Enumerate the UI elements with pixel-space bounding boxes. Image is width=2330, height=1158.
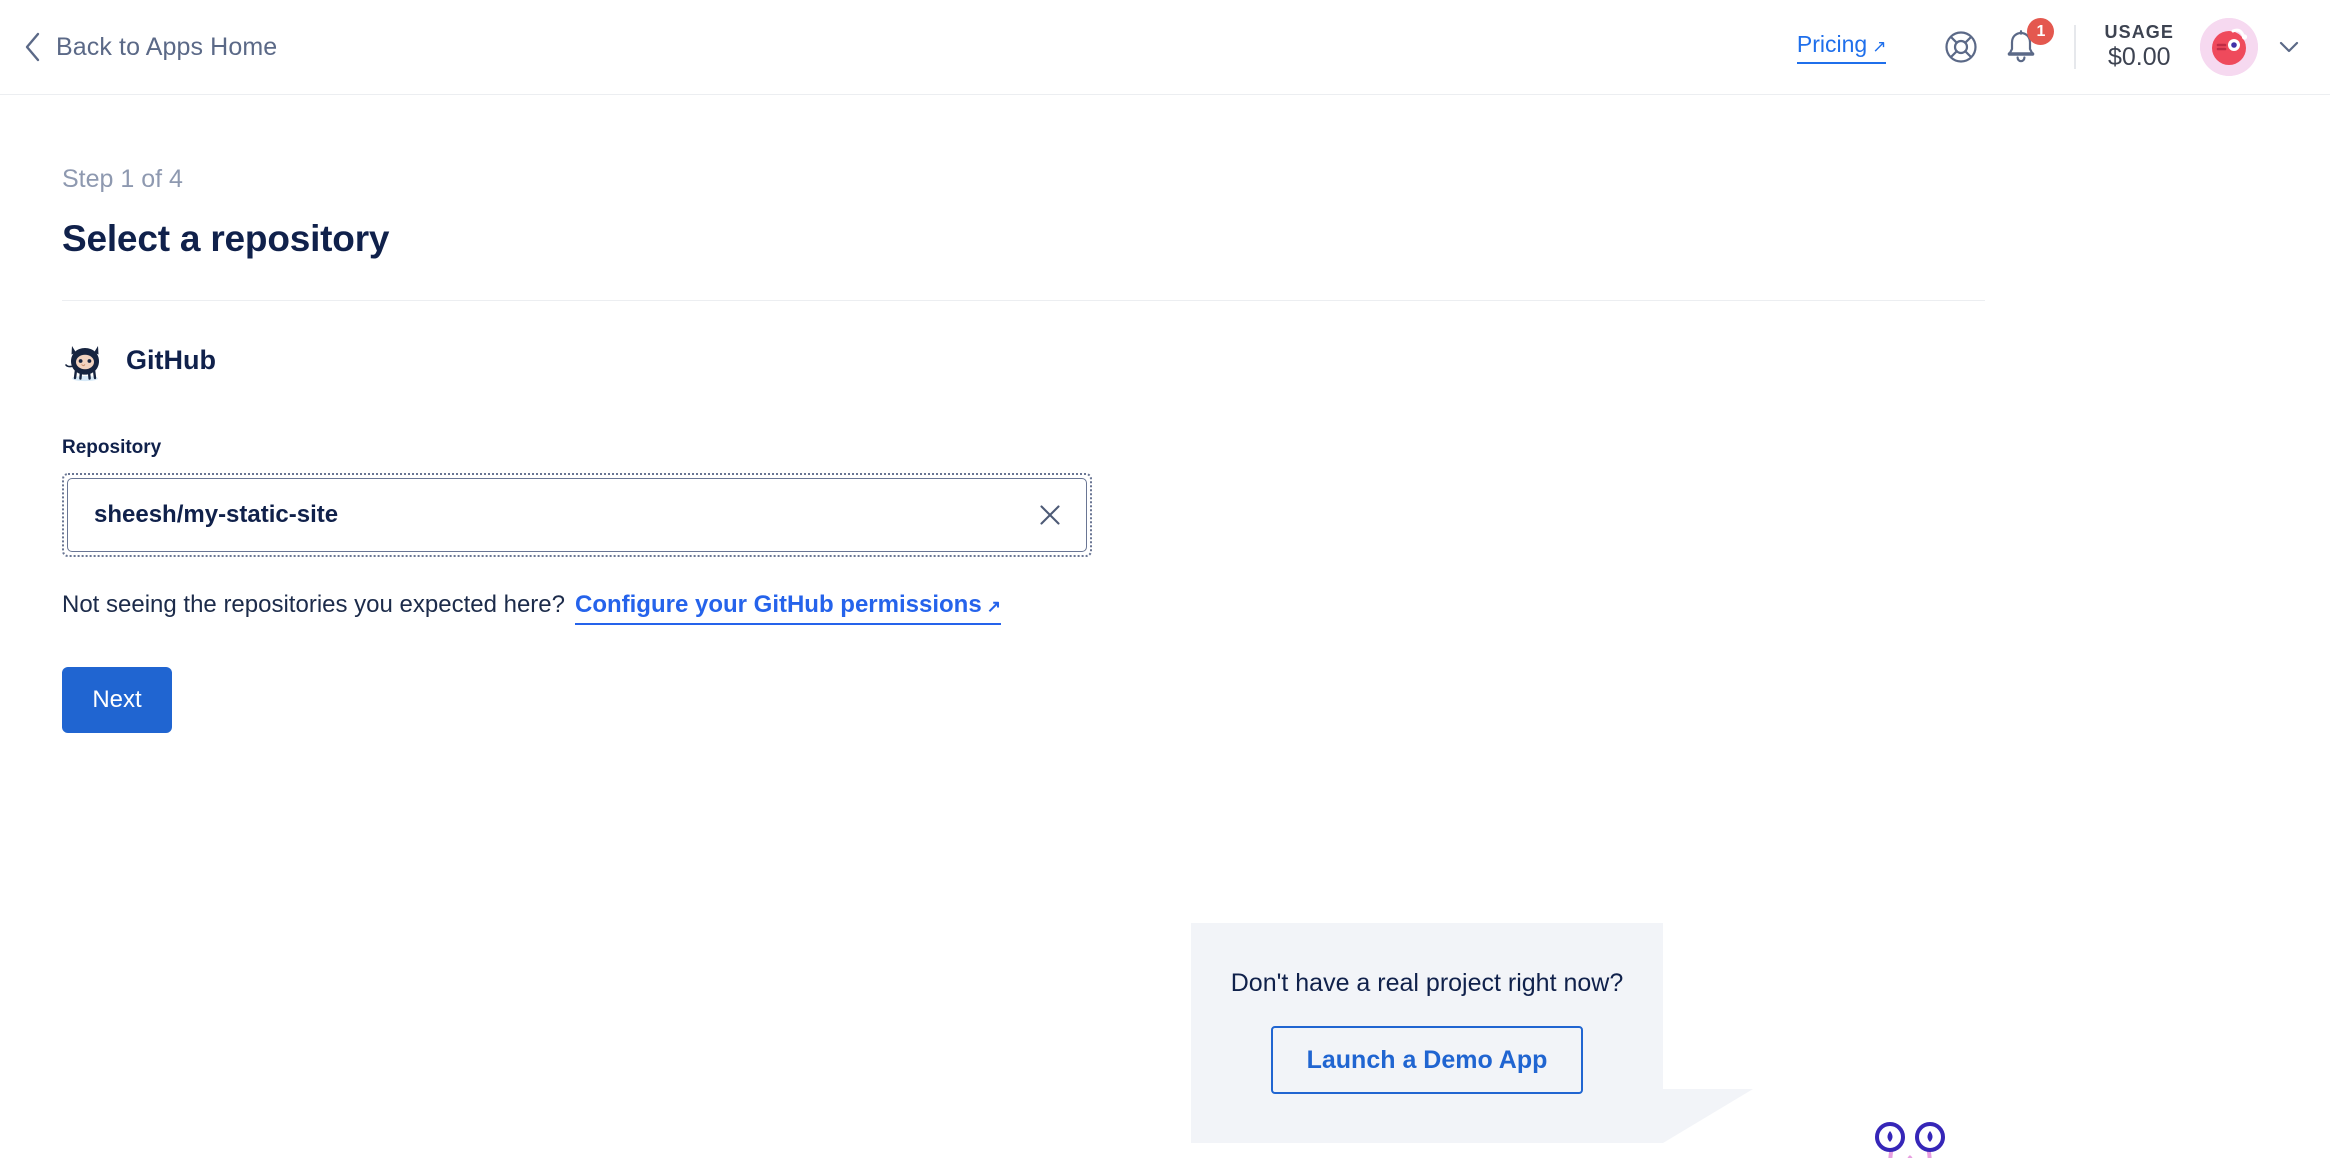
notification-count-badge: 1 [2027, 18, 2054, 45]
notifications-button[interactable]: 1 [1994, 20, 2048, 74]
pricing-link[interactable]: Pricing ↗ [1797, 31, 1887, 64]
header-divider [2074, 25, 2076, 69]
avatar[interactable] [2200, 18, 2258, 76]
external-link-icon: ↗ [987, 597, 1001, 617]
external-link-icon: ↗ [1872, 37, 1886, 57]
permissions-helper-row: Not seeing the repositories you expected… [62, 591, 2330, 625]
usage-indicator[interactable]: USAGE $0.00 [2104, 22, 2174, 73]
header-actions: Pricing ↗ 1 USAGE $0.00 [1797, 18, 2302, 76]
content-divider-top [62, 300, 1985, 301]
usage-label: USAGE [2104, 22, 2174, 43]
app-header: Back to Apps Home Pricing ↗ 1 USA [0, 0, 2330, 95]
main-content: Step 1 of 4 Select a repository GitHub R… [0, 165, 2330, 733]
help-button[interactable] [1934, 20, 1988, 74]
repository-input[interactable]: sheesh/my-static-site [67, 478, 1087, 552]
demo-callout-message: Don't have a real project right now? [1231, 969, 1624, 998]
provider-row: GitHub [62, 337, 2330, 383]
github-octocat-icon [62, 337, 108, 383]
repository-field-label: Repository [62, 437, 2330, 459]
close-icon[interactable] [1036, 501, 1064, 529]
crab-mascot [1830, 1105, 1990, 1158]
lifebuoy-icon [1943, 29, 1979, 65]
next-button[interactable]: Next [62, 667, 172, 733]
pricing-label: Pricing [1797, 31, 1867, 58]
usage-amount: $0.00 [2108, 43, 2171, 73]
step-indicator: Step 1 of 4 [62, 165, 2330, 194]
configure-github-permissions-link[interactable]: Configure your GitHub permissions ↗ [575, 591, 1001, 625]
demo-callout-tail [1663, 1089, 1753, 1143]
configure-permissions-label: Configure your GitHub permissions [575, 591, 982, 619]
provider-name: GitHub [126, 345, 216, 376]
launch-demo-app-button[interactable]: Launch a Demo App [1271, 1026, 1584, 1094]
back-to-apps-home-link[interactable]: Back to Apps Home [24, 32, 277, 62]
chevron-down-icon[interactable] [2276, 34, 2302, 60]
repository-input-focus-ring: sheesh/my-static-site [62, 473, 1092, 557]
repository-value: sheesh/my-static-site [94, 501, 338, 529]
demo-callout-bubble: Don't have a real project right now? Lau… [1191, 923, 1663, 1143]
page-title: Select a repository [62, 218, 2330, 260]
chevron-left-icon [24, 32, 42, 62]
back-link-label: Back to Apps Home [56, 33, 277, 62]
permissions-helper-text: Not seeing the repositories you expected… [62, 591, 565, 619]
avatar-creature-icon [2200, 18, 2258, 76]
demo-callout: Don't have a real project right now? Lau… [1191, 923, 1811, 1153]
